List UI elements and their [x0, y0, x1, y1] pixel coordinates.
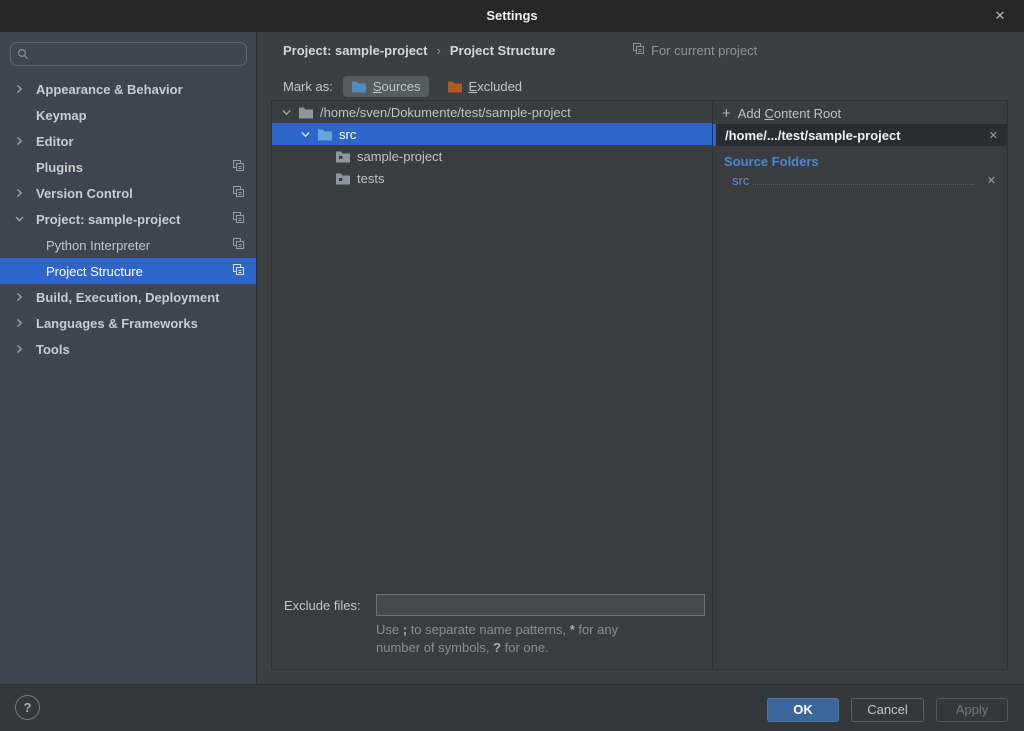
chevron-right-icon[interactable] — [14, 292, 25, 303]
exclude-files-input[interactable] — [376, 594, 705, 616]
project-settings-icon — [632, 42, 645, 58]
breadcrumb: Project: sample-project › Project Struct… — [283, 38, 1024, 62]
project-settings-icon — [232, 237, 245, 253]
chevron-down-icon[interactable] — [14, 214, 25, 225]
project-settings-icon — [232, 211, 245, 227]
mark-as-sources-button[interactable]: Sources — [343, 76, 429, 97]
chevron-right-icon[interactable] — [14, 136, 25, 147]
sidebar-item-label: Languages & Frameworks — [36, 316, 198, 331]
sidebar-item-label: Editor — [36, 134, 74, 149]
source-folder-link[interactable]: src — [732, 173, 749, 188]
tree-row-content-root[interactable]: /home/sven/Dokumente/test/sample-project — [272, 101, 712, 123]
breadcrumb-separator: › — [437, 43, 441, 58]
sidebar-item-label: Tools — [36, 342, 70, 357]
source-folder-row[interactable]: src ✕ — [713, 171, 1007, 188]
sidebar-item-project-sample-project[interactable]: Project: sample-project — [0, 206, 256, 232]
sidebar-item-label: Python Interpreter — [46, 238, 150, 253]
project-structure-panel: /home/sven/Dokumente/test/sample-project… — [271, 100, 1008, 670]
remove-content-root-icon[interactable]: ✕ — [980, 129, 1007, 142]
chevron-down-icon[interactable] — [300, 129, 311, 140]
search-icon — [17, 48, 30, 61]
add-content-root-label: Add Content Root — [738, 106, 841, 121]
remove-source-folder-icon[interactable]: ✕ — [978, 174, 1005, 187]
chevron-right-icon[interactable] — [14, 84, 25, 95]
help-button[interactable]: ? — [15, 695, 40, 720]
mark-as-excluded-button[interactable]: Excluded — [439, 76, 530, 97]
sidebar-item-label: Keymap — [36, 108, 87, 123]
content-root-row[interactable]: /home/.../test/sample-project ✕ — [713, 124, 1007, 146]
source-folders-title: Source Folders — [713, 146, 1007, 171]
settings-sidebar: Appearance & Behavior Keymap Editor Plug… — [0, 32, 257, 684]
sidebar-item-keymap[interactable]: Keymap — [0, 102, 256, 128]
sidebar-item-languages-frameworks[interactable]: Languages & Frameworks — [0, 310, 256, 336]
dotted-leader — [753, 184, 973, 185]
sidebar-item-python-interpreter[interactable]: Python Interpreter — [0, 232, 256, 258]
mark-as-excluded-label: Excluded — [469, 79, 522, 94]
project-settings-icon — [232, 263, 245, 279]
sidebar-item-appearance-behavior[interactable]: Appearance & Behavior — [0, 76, 256, 102]
sidebar-item-build-execution-deployment[interactable]: Build, Execution, Deployment — [0, 284, 256, 310]
apply-button[interactable]: Apply — [936, 698, 1008, 722]
tree-item-label: src — [339, 127, 356, 142]
mark-as-toolbar: Mark as: Sources Excluded — [283, 73, 530, 99]
tree-row-sample-project[interactable]: sample-project — [272, 145, 712, 167]
sidebar-item-label: Plugins — [36, 160, 83, 175]
sidebar-item-plugins[interactable]: Plugins — [0, 154, 256, 180]
project-settings-icon — [232, 159, 245, 175]
sidebar-item-label: Version Control — [36, 186, 133, 201]
ok-button[interactable]: OK — [767, 698, 839, 722]
exclude-files-hint: Use ; to separate name patterns, * for a… — [376, 621, 712, 657]
folder-icon — [335, 150, 351, 163]
search-input[interactable] — [35, 46, 240, 63]
sidebar-item-label: Build, Execution, Deployment — [36, 290, 219, 305]
exclude-files-label: Exclude files: — [284, 598, 376, 613]
folder-icon — [335, 172, 351, 185]
sidebar-item-tools[interactable]: Tools — [0, 336, 256, 362]
sidebar-item-project-structure[interactable]: Project Structure — [0, 258, 256, 284]
source-folder-icon — [317, 128, 333, 141]
settings-content: Project: sample-project › Project Struct… — [257, 32, 1024, 684]
sidebar-item-label: Appearance & Behavior — [36, 82, 183, 97]
tree-row-src[interactable]: src — [272, 123, 712, 145]
tree-item-label: tests — [357, 171, 384, 186]
search-box[interactable] — [10, 42, 247, 66]
breadcrumb-item-project[interactable]: Project: sample-project — [283, 43, 428, 58]
titlebar: Settings ✕ — [0, 0, 1024, 32]
plus-icon: + — [722, 106, 731, 121]
cancel-button[interactable]: Cancel — [851, 698, 924, 722]
for-current-project-badge: For current project — [632, 38, 757, 62]
sidebar-item-version-control[interactable]: Version Control — [0, 180, 256, 206]
content-roots-panel: + Add Content Root /home/.../test/sample… — [712, 101, 1007, 669]
close-icon[interactable]: ✕ — [988, 0, 1012, 32]
folder-icon — [298, 106, 314, 119]
sidebar-nav: Appearance & Behavior Keymap Editor Plug… — [0, 76, 256, 362]
sidebar-item-label: Project Structure — [46, 264, 143, 279]
excluded-folder-icon — [447, 80, 463, 93]
chevron-down-icon[interactable] — [281, 107, 292, 118]
sources-folder-icon — [351, 80, 367, 93]
for-current-project-label: For current project — [651, 43, 757, 58]
chevron-right-icon[interactable] — [14, 318, 25, 329]
breadcrumb-item-project-structure: Project Structure — [450, 43, 555, 58]
sidebar-item-editor[interactable]: Editor — [0, 128, 256, 154]
exclude-files-section: Exclude files: Use ; to separate name pa… — [272, 594, 712, 657]
tree-row-tests[interactable]: tests — [272, 167, 712, 189]
tree-item-label: sample-project — [357, 149, 442, 164]
content-root-path: /home/.../test/sample-project — [716, 128, 980, 143]
dialog-footer: ? OK Cancel Apply — [0, 684, 1024, 731]
add-content-root-button[interactable]: + Add Content Root — [713, 102, 1007, 124]
window-title: Settings — [0, 0, 1024, 32]
project-settings-icon — [232, 185, 245, 201]
mark-as-sources-label: Sources — [373, 79, 421, 94]
directory-tree: /home/sven/Dokumente/test/sample-project… — [272, 101, 712, 669]
chevron-right-icon[interactable] — [14, 344, 25, 355]
tree-item-label: /home/sven/Dokumente/test/sample-project — [320, 105, 571, 120]
chevron-right-icon[interactable] — [14, 188, 25, 199]
sidebar-item-label: Project: sample-project — [36, 212, 181, 227]
mark-as-label: Mark as: — [283, 79, 333, 94]
